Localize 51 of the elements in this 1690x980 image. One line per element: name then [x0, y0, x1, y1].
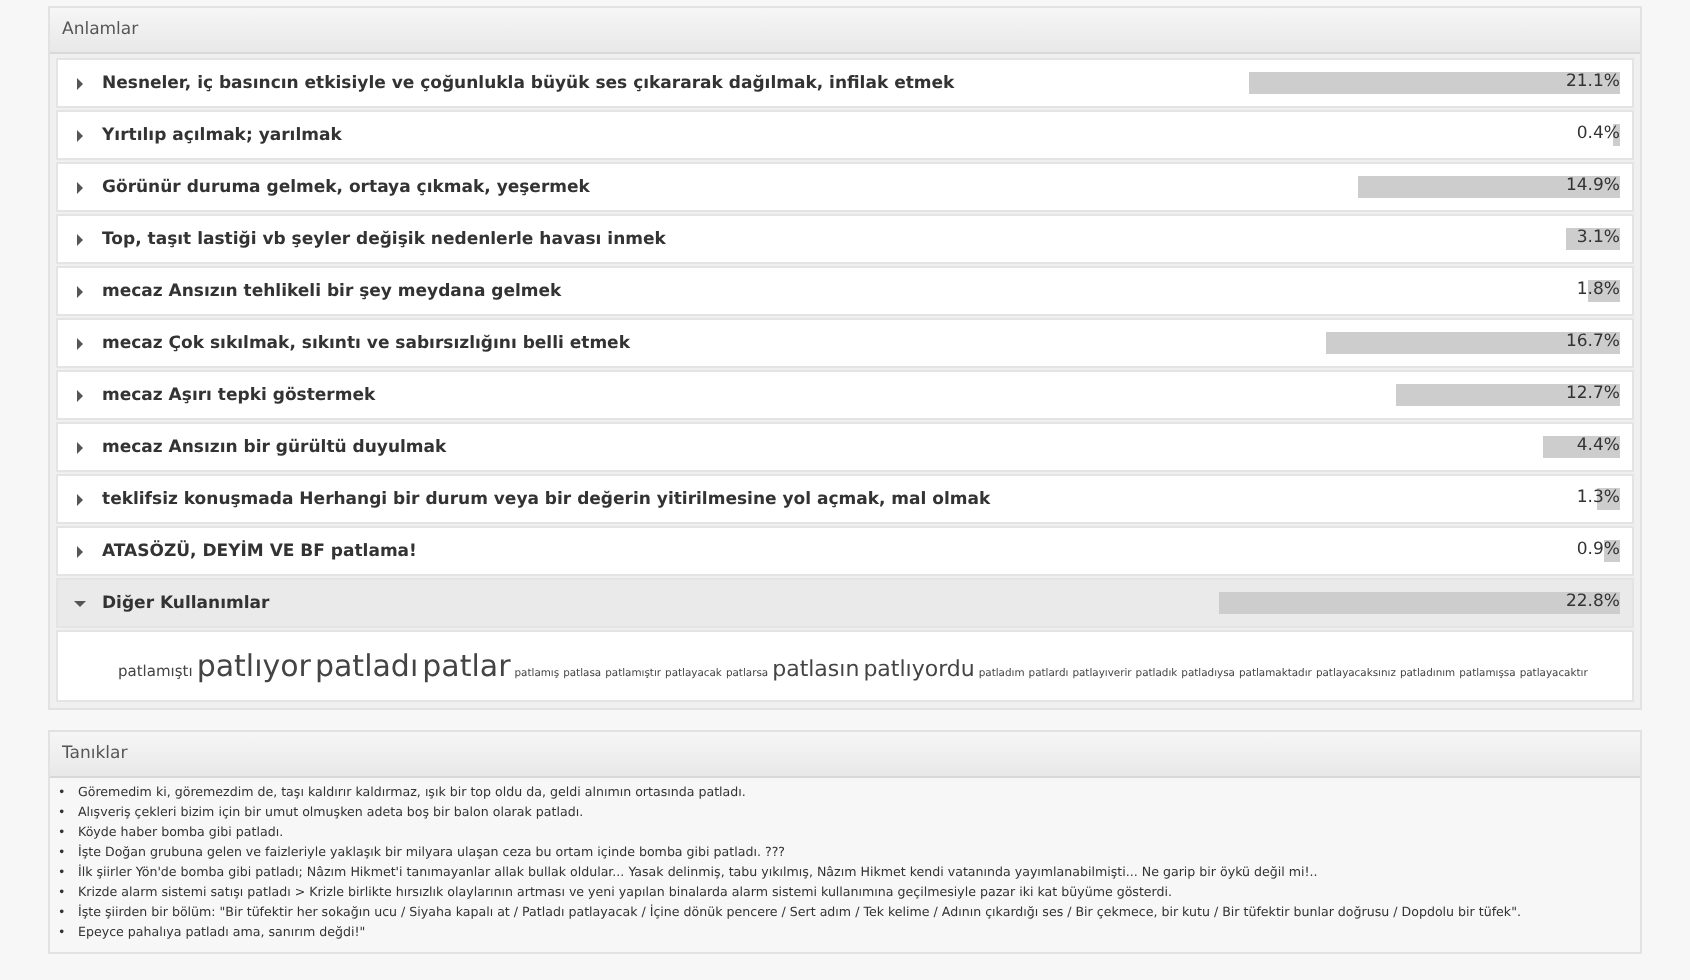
meaning-text: Top, taşıt lastiği vb şeyler değişik nedenlerle havası inmek — [102, 229, 666, 249]
meaning-text: teklifsiz konuşmada Herhangi bir durum veya bir değerin yitirilmesine yol açmak, mal olmak — [102, 489, 991, 509]
meaning-text: Diğer Kullanımlar — [102, 593, 270, 613]
percent-bar: 21.1% — [1248, 72, 1620, 94]
percent-bar: 16.7% — [1326, 332, 1620, 354]
meaning-text: Nesneler, iç basıncın etkisiyle ve çoğunlukla büyük ses çıkararak dağılmak, infilak etmek — [102, 73, 955, 93]
word-form: patlar — [422, 648, 511, 684]
caret-icon — [74, 337, 86, 349]
meaning-row[interactable]: mecaz Ansızın tehlikeli bir şey meydana gelmek 1.8% — [56, 266, 1634, 316]
caret-icon — [74, 285, 86, 297]
caret-icon — [74, 493, 86, 505]
percent-bar: 0.4% — [1576, 124, 1620, 146]
panel-title: Anlamlar — [62, 20, 139, 40]
panel-title: Tanıklar — [62, 744, 128, 764]
meaning-text: mecaz Ansızın tehlikeli bir şey meydana gelmek — [102, 281, 562, 301]
caret-icon — [74, 77, 86, 89]
word-form: patladı — [314, 648, 419, 684]
caret-icon — [74, 389, 86, 401]
word-form: patlasın — [772, 656, 860, 682]
caret-icon — [74, 545, 86, 557]
percent-bar: 14.9% — [1357, 176, 1620, 198]
meaning-row[interactable]: Yırtılıp açılmak; yarılmak 0.4% — [56, 110, 1634, 160]
caret-icon — [74, 441, 86, 453]
caret-icon — [74, 129, 86, 141]
meaning-row[interactable]: Görünür duruma gelmek, ortaya çıkmak, yeşermek 14.9% — [56, 162, 1634, 212]
meaning-text: ATASÖZÜ, DEYİM VE BF patlama! — [102, 541, 417, 561]
meaning-row[interactable]: ATASÖZÜ, DEYİM VE BF patlama! 0.9% — [56, 526, 1634, 576]
percent-bar: 1.8% — [1576, 280, 1620, 302]
percent-bar: 4.4% — [1542, 436, 1620, 458]
word-form: patlıyor — [196, 648, 311, 684]
caret-icon — [74, 181, 86, 193]
word-form: patlıyordu — [863, 656, 975, 682]
meaning-row[interactable]: mecaz Çok sıkılmak, sıkıntı ve sabırsızlığını belli etmek 16.7% — [56, 318, 1634, 368]
meaning-text: mecaz Çok sıkılmak, sıkıntı ve sabırsızlığını belli etmek — [102, 333, 630, 353]
percent-bar: 3.1% — [1565, 228, 1620, 250]
percent-bar: 1.3% — [1576, 488, 1620, 510]
meaning-text: mecaz Ansızın bir gürültü duyulmak — [102, 437, 447, 457]
percent-bar: 0.9% — [1576, 540, 1620, 562]
meaning-text: Yırtılıp açılmak; yarılmak — [102, 125, 342, 145]
percent-bar: 12.7% — [1396, 384, 1620, 406]
caret-icon — [74, 597, 86, 609]
meaning-row[interactable]: mecaz Ansızın bir gürültü duyulmak 4.4% — [56, 422, 1634, 472]
meaning-text: mecaz Aşırı tepki göstermek — [102, 385, 376, 405]
meaning-row[interactable]: Top, taşıt lastiği vb şeyler değişik nedenlerle havası inmek 3.1% — [56, 214, 1634, 264]
meaning-row[interactable]: Diğer Kullanımlar 22.8% — [56, 578, 1634, 628]
percent-bar: 22.8% — [1218, 592, 1620, 614]
meaning-text: Görünür duruma gelmek, ortaya çıkmak, yeşermek — [102, 177, 590, 197]
meaning-row[interactable]: teklifsiz konuşmada Herhangi bir durum veya bir değerin yitirilmesine yol açmak, mal olmak 1.3% — [56, 474, 1634, 524]
meaning-row[interactable]: Nesneler, iç basıncın etkisiyle ve çoğunlukla büyük ses çıkararak dağılmak, infilak etmek 21.1% — [56, 58, 1634, 108]
meaning-row[interactable]: mecaz Aşırı tepki göstermek 12.7% — [56, 370, 1634, 420]
caret-icon — [74, 233, 86, 245]
